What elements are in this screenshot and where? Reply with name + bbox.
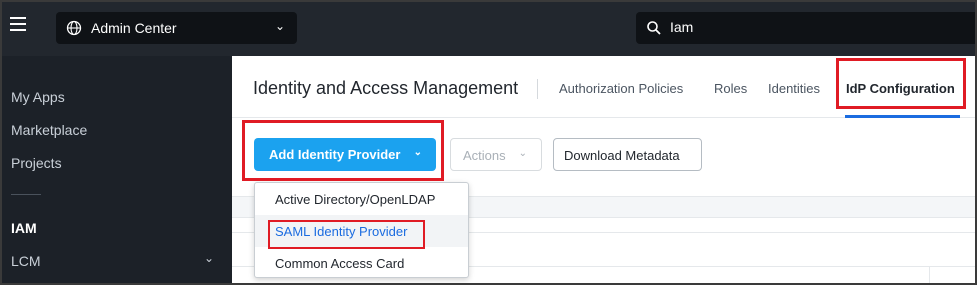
- globe-icon: [66, 20, 82, 36]
- tab-roles[interactable]: Roles: [714, 81, 747, 96]
- table-column-divider: [929, 266, 930, 285]
- download-metadata-button[interactable]: Download Metadata: [553, 138, 702, 171]
- menu-item-label: Active Directory/OpenLDAP: [275, 192, 436, 207]
- sidebar-item-my-apps[interactable]: My Apps: [11, 89, 65, 105]
- tab-idp-configuration[interactable]: IdP Configuration: [846, 81, 955, 96]
- top-navigation-bar: Admin Center ⌄: [0, 0, 977, 56]
- sidebar-divider: [11, 194, 41, 195]
- menu-item-label: Common Access Card: [275, 256, 405, 271]
- download-metadata-label: Download Metadata: [564, 148, 680, 163]
- sidebar: My Apps Marketplace Projects IAM LCM ⌄: [0, 56, 232, 285]
- hamburger-icon[interactable]: [10, 17, 26, 33]
- add-identity-provider-menu: Active Directory/OpenLDAP SAML Identity …: [254, 182, 469, 278]
- chevron-down-icon: ⌄: [274, 19, 285, 33]
- sidebar-item-iam[interactable]: IAM: [11, 220, 37, 236]
- tab-identities[interactable]: Identities: [768, 81, 820, 96]
- page-header: Identity and Access Management Authoriza…: [232, 56, 977, 118]
- search-input[interactable]: [670, 19, 950, 35]
- sidebar-item-marketplace[interactable]: Marketplace: [11, 122, 87, 138]
- add-identity-provider-button[interactable]: Add Identity Provider ⌄: [254, 138, 436, 171]
- menu-item-label: SAML Identity Provider: [275, 224, 408, 239]
- chevron-down-icon[interactable]: ⌄: [204, 251, 214, 265]
- page-title: Identity and Access Management: [253, 78, 519, 98]
- header-divider: [537, 79, 538, 99]
- menu-item-active-directory[interactable]: Active Directory/OpenLDAP: [255, 183, 468, 215]
- sidebar-item-lcm[interactable]: LCM: [11, 253, 41, 269]
- search-icon: [647, 21, 661, 35]
- sidebar-item-projects[interactable]: Projects: [11, 155, 62, 171]
- toolbar: Add Identity Provider ⌄ Actions ⌄ Downlo…: [232, 118, 977, 188]
- app-switcher-dropdown[interactable]: Admin Center ⌄: [56, 12, 297, 44]
- tab-authorization-policies[interactable]: Authorization Policies: [559, 81, 683, 96]
- add-identity-provider-label: Add Identity Provider: [269, 147, 401, 162]
- menu-item-common-access-card[interactable]: Common Access Card: [255, 247, 468, 279]
- chevron-down-icon: ⌄: [413, 147, 422, 158]
- global-search[interactable]: [636, 12, 977, 44]
- actions-label: Actions: [463, 148, 506, 163]
- menu-item-saml-identity-provider[interactable]: SAML Identity Provider: [255, 215, 468, 247]
- app-switcher-label: Admin Center: [91, 20, 177, 36]
- actions-button[interactable]: Actions ⌄: [450, 138, 542, 171]
- chevron-down-icon: ⌄: [518, 148, 527, 159]
